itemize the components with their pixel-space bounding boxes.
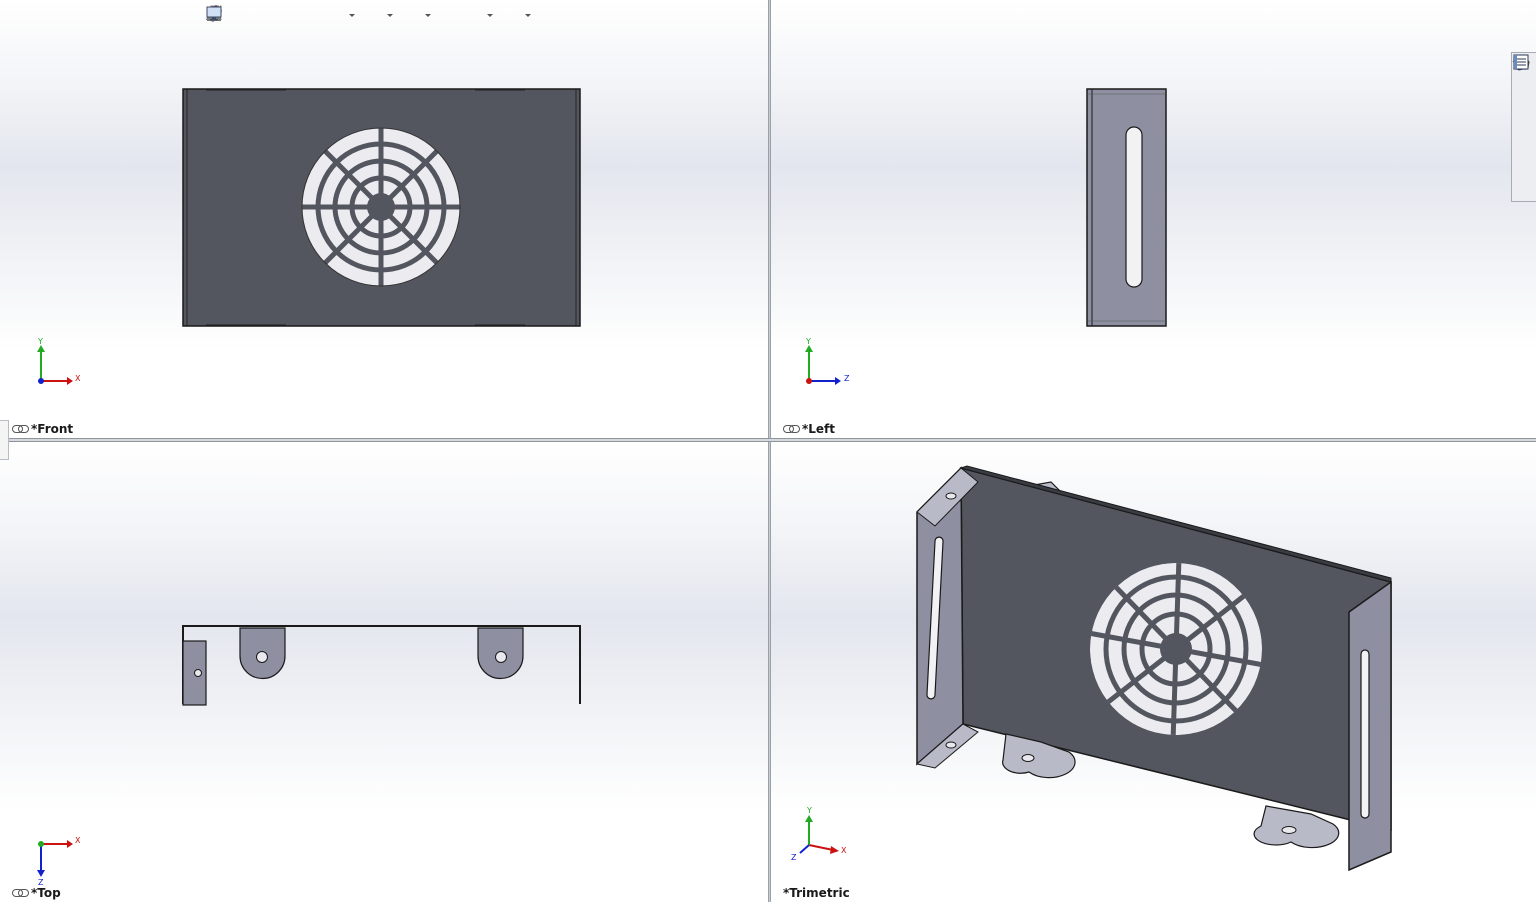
view-settings-icon[interactable]: [206, 5, 521, 25]
view-name: *Front: [31, 422, 74, 436]
viewport-label-top: *Top: [12, 886, 61, 900]
front-view-model[interactable]: X Y: [0, 0, 768, 438]
previous-view-icon[interactable]: [207, 5, 273, 25]
hide-show-items-dropdown[interactable]: [425, 5, 431, 25]
design-library-icon[interactable]: [1514, 54, 1534, 99]
trimetric-view-model[interactable]: X Y Z: [771, 442, 1536, 902]
custom-properties-icon[interactable]: [1513, 54, 1534, 195]
viewport-left[interactable]: Z Y *Left: [771, 0, 1536, 438]
link-views-icon[interactable]: [12, 425, 29, 433]
viewport-front[interactable]: X Y *Front: [0, 0, 768, 438]
heads-up-view-toolbar: [205, 4, 535, 26]
axis-triad: Z Y: [805, 337, 850, 385]
hide-show-items-icon[interactable]: [206, 5, 421, 25]
axis-y-label: Y: [37, 337, 43, 346]
view-palette-icon[interactable]: [1513, 54, 1534, 147]
top-view-model[interactable]: X Z: [0, 442, 768, 902]
display-style-icon[interactable]: [207, 5, 383, 25]
dynamic-annotation-icon[interactable]: [206, 5, 321, 25]
axis-x-label: X: [75, 836, 81, 845]
viewport-splitter-horizontal[interactable]: [0, 438, 1536, 442]
link-views-icon[interactable]: [783, 425, 800, 433]
viewport-trimetric[interactable]: X Y Z *Trimetric: [771, 442, 1536, 902]
right-flange: [1348, 580, 1392, 872]
viewport-top[interactable]: X Z *Top: [0, 442, 768, 902]
viewport-label-front: *Front: [12, 422, 73, 436]
axis-y-label: Y: [805, 337, 811, 346]
view-orientation-icon[interactable]: [206, 5, 345, 25]
slot-cutout: [1125, 126, 1143, 288]
view-settings-dropdown[interactable]: [525, 5, 531, 25]
file-explorer-icon[interactable]: [1513, 57, 1534, 123]
axis-triad: X Y Z: [791, 806, 847, 862]
axis-triad: X Z: [37, 836, 81, 887]
edit-appearance-icon[interactable]: [207, 5, 459, 25]
section-view-icon[interactable]: [207, 5, 297, 25]
view-name: *Left: [802, 422, 836, 436]
apply-scene-dropdown[interactable]: [487, 5, 493, 25]
axis-z-label: Z: [844, 374, 850, 383]
view-name: *Top: [31, 886, 61, 900]
axis-triad: X Y: [37, 337, 81, 385]
task-pane-tabs: [1511, 52, 1536, 202]
feature-manager-collapse-handle[interactable]: [0, 420, 9, 460]
display-style-dropdown[interactable]: [387, 5, 393, 25]
axis-x-label: X: [75, 374, 81, 383]
viewport-label-left: *Left: [783, 422, 835, 436]
viewport-label-trimetric: *Trimetric: [783, 886, 850, 900]
view-orientation-dropdown[interactable]: [349, 5, 355, 25]
zoom-to-area-icon[interactable]: [206, 5, 249, 25]
link-views-icon[interactable]: [12, 889, 29, 897]
axis-x-label: X: [841, 846, 847, 855]
apply-scene-icon[interactable]: [207, 5, 483, 25]
viewport-splitter-vertical[interactable]: [768, 0, 771, 902]
axis-z-label: Z: [791, 853, 797, 862]
appearances-scenes-icon[interactable]: [1514, 55, 1534, 171]
left-view-model[interactable]: Z Y: [771, 0, 1536, 438]
view-name: *Trimetric: [783, 886, 850, 900]
axis-y-label: Y: [806, 806, 812, 815]
